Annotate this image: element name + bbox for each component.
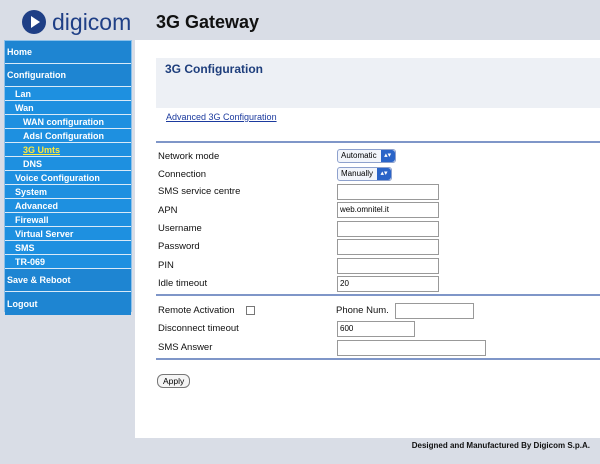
connection-select[interactable]: Manually ▴▾	[337, 167, 393, 181]
sidebar-item-virtual-server[interactable]: Virtual Server	[5, 227, 131, 241]
pin-input[interactable]	[337, 258, 439, 274]
sms-answer-label: SMS Answer	[158, 342, 213, 353]
digicom-logo: digicom	[22, 8, 132, 35]
sms-centre-input[interactable]	[337, 184, 439, 200]
sidebar-item-adsl-configuration[interactable]: Adsl Configuration	[5, 129, 131, 143]
sidebar-item-firewall[interactable]: Firewall	[5, 213, 131, 227]
network-mode-label: Network mode	[158, 151, 220, 162]
sidebar-item-3g-umts[interactable]: 3G Umts	[5, 143, 131, 157]
sidebar: Home Configuration Lan Wan WAN configura…	[4, 40, 132, 315]
password-label: Password	[158, 241, 200, 252]
apply-button[interactable]: Apply	[157, 374, 191, 388]
main-content: 3G Configuration Advanced 3G Configurati…	[135, 40, 600, 438]
sidebar-item-dns[interactable]: DNS	[5, 157, 131, 171]
pin-label: PIN	[158, 260, 174, 271]
divider-bottom	[156, 358, 600, 360]
advanced-3g-link[interactable]: Advanced 3G Configuration	[166, 112, 277, 122]
sidebar-item-home[interactable]: Home	[5, 41, 131, 64]
username-input[interactable]	[337, 221, 439, 237]
sidebar-item-sms[interactable]: SMS	[5, 241, 131, 255]
username-label: Username	[158, 223, 202, 234]
network-mode-select[interactable]: Automatic ▴▾	[337, 149, 396, 163]
idle-timeout-input[interactable]: 20	[337, 276, 439, 292]
apn-label: APN	[158, 205, 178, 216]
network-mode-value: Automatic	[341, 151, 377, 160]
logo-text: digicom	[52, 8, 132, 35]
footer-text: Designed and Manufactured By Digicom S.p…	[411, 441, 590, 450]
page-title: 3G Configuration	[165, 62, 263, 76]
sidebar-item-wan[interactable]: Wan	[5, 101, 131, 115]
sms-centre-label: SMS service centre	[158, 186, 241, 197]
sidebar-item-configuration[interactable]: Configuration	[5, 64, 131, 87]
sidebar-item-system[interactable]: System	[5, 185, 131, 199]
phone-num-input[interactable]	[395, 303, 474, 319]
connection-value: Manually	[341, 169, 374, 178]
sms-answer-input[interactable]	[337, 340, 486, 356]
sidebar-item-lan[interactable]: Lan	[5, 87, 131, 101]
sidebar-item-logout[interactable]: Logout	[5, 292, 131, 315]
app-title: 3G Gateway	[156, 12, 260, 32]
password-input[interactable]	[337, 239, 439, 255]
sidebar-item-save-reboot[interactable]: Save & Reboot	[5, 269, 131, 292]
sidebar-item-wan-configuration[interactable]: WAN configuration	[5, 115, 131, 129]
apn-input[interactable]: web.omnitel.it	[337, 202, 439, 218]
phone-num-label: Phone Num.	[336, 305, 389, 316]
header: digicom 3G Gateway	[0, 0, 600, 40]
sidebar-item-tr-069[interactable]: TR-069	[5, 255, 131, 269]
remote-activation-label: Remote Activation	[158, 305, 235, 316]
disconnect-timeout-input[interactable]: 600	[337, 321, 415, 337]
divider-middle	[156, 294, 600, 296]
divider-top	[156, 141, 600, 143]
sidebar-item-voice-configuration[interactable]: Voice Configuration	[5, 171, 131, 185]
sidebar-item-advanced[interactable]: Advanced	[5, 199, 131, 213]
connection-label: Connection	[158, 169, 207, 180]
remote-activation-checkbox[interactable]	[246, 306, 255, 315]
select-arrows-icon: ▴▾	[380, 150, 395, 162]
disconnect-timeout-label: Disconnect timeout	[158, 323, 239, 334]
idle-timeout-label: Idle timeout	[158, 278, 208, 289]
logo-arrow-icon	[22, 10, 46, 34]
select-arrows-icon: ▴▾	[377, 168, 392, 180]
